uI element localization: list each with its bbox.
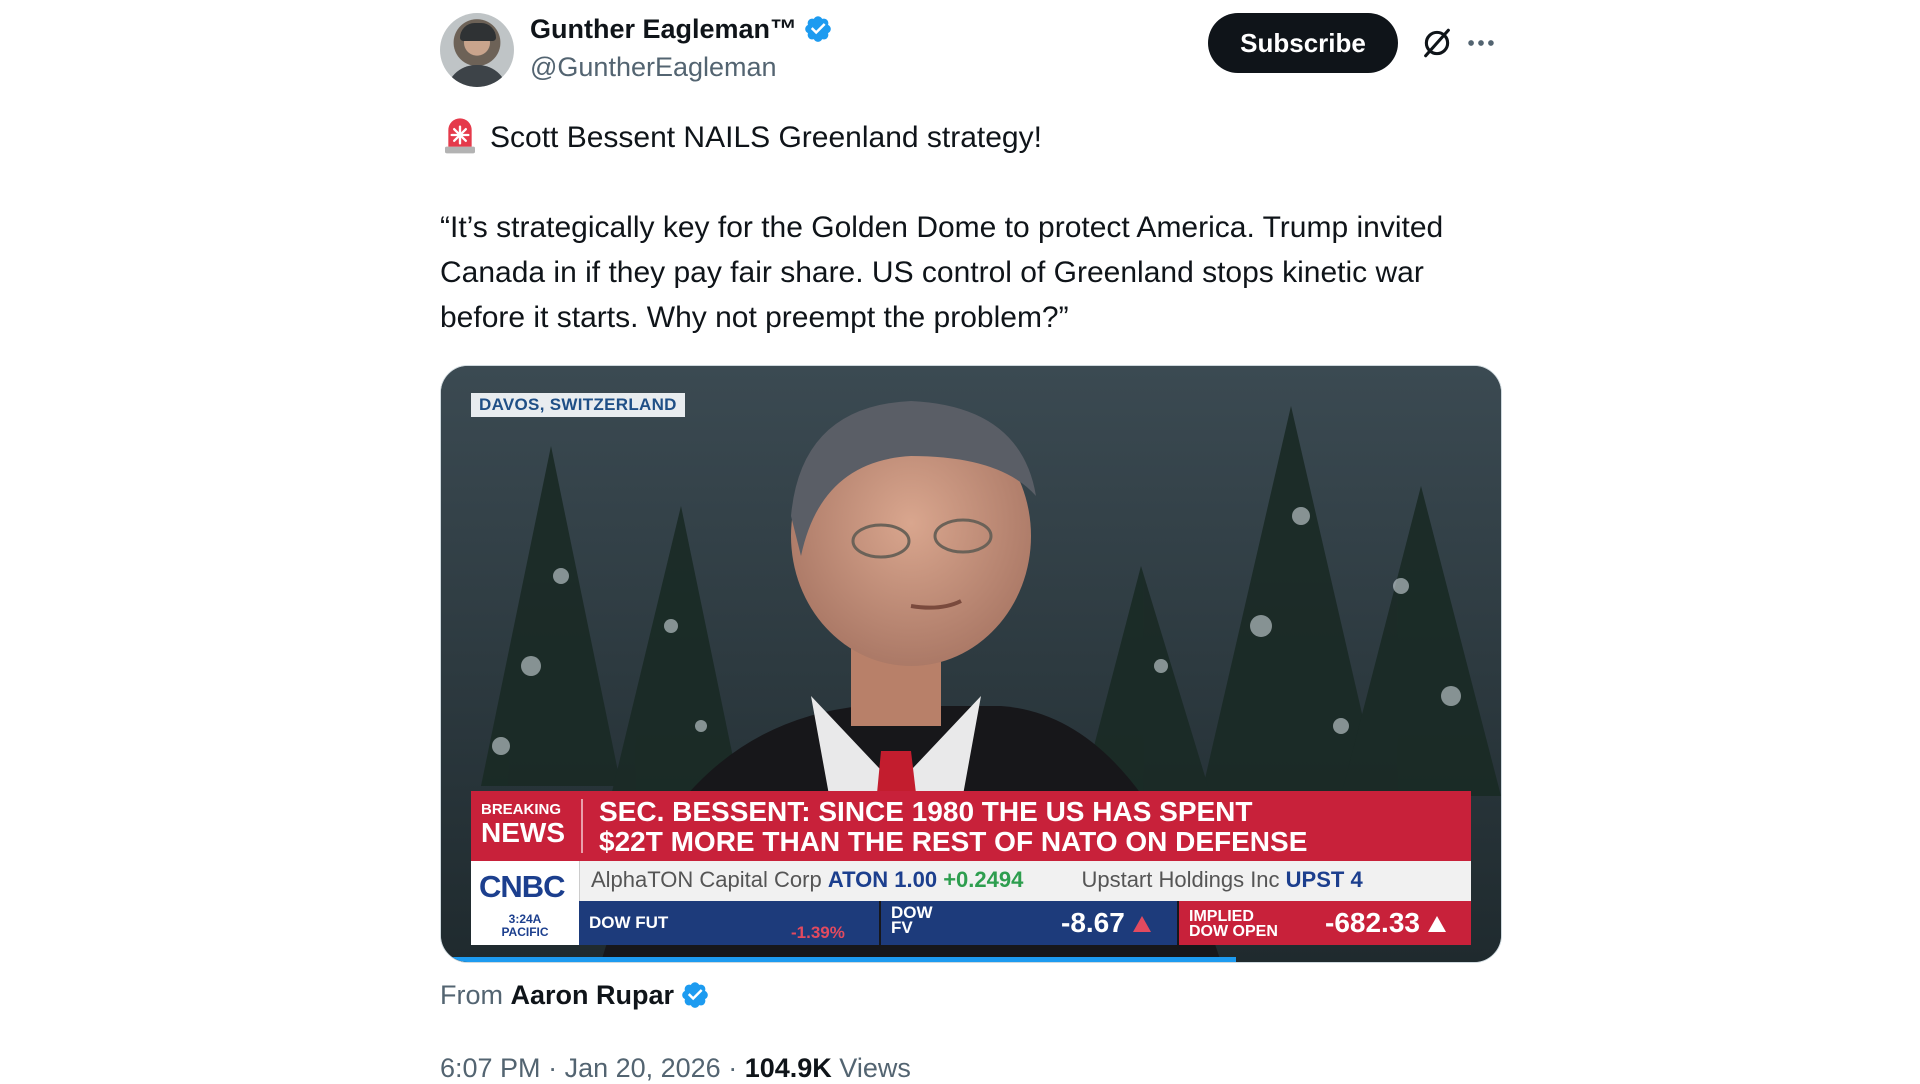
headline-line-1: SEC. BESSENT: SINCE 1980 THE US HAS SPEN… xyxy=(599,796,1253,827)
dow-fair-value-panel: DOW FV -8.67 xyxy=(881,901,1177,945)
verified-badge-icon xyxy=(805,16,831,42)
ticker-company-1: AlphaTON Capital Corp xyxy=(591,867,822,892)
verified-badge-icon xyxy=(682,982,708,1008)
dow-fv-label-2: FV xyxy=(891,918,913,937)
siren-icon xyxy=(445,118,475,154)
avatar[interactable] xyxy=(440,13,514,87)
implied-number: -682.33 xyxy=(1325,907,1420,938)
down-triangle-icon xyxy=(1132,916,1151,932)
dow-futures-panel: DOW FUT -1.39% xyxy=(579,901,879,945)
source-name[interactable]: Aaron Rupar xyxy=(511,980,675,1010)
tweet-date[interactable]: Jan 20, 2026 xyxy=(565,1053,721,1083)
video-source-attribution: From Aaron Rupar xyxy=(440,980,710,1011)
location-tag: DAVOS, SWITZERLAND xyxy=(471,393,685,417)
tweet-headline: Scott Bessent NAILS Greenland strategy! xyxy=(490,121,1042,154)
ticker-symbol-1: ATON 1.00 xyxy=(827,867,938,892)
grok-icon[interactable] xyxy=(1420,26,1454,60)
views-label: Views xyxy=(839,1053,911,1083)
ticker-text: AlphaTON Capital Corp ATON 1.00 +0.2494 … xyxy=(591,867,1363,893)
breaking-news-banner: BREAKING NEWS SEC. BESSENT: SINCE 1980 T… xyxy=(471,791,1471,861)
ticker-change-1: +0.2494 xyxy=(943,867,1024,892)
broadcast-timezone: PACIFIC xyxy=(501,925,549,939)
video-progress-bar[interactable] xyxy=(441,957,1236,962)
stock-ticker: AlphaTON Capital Corp ATON 1.00 +0.2494 … xyxy=(471,861,1471,901)
dow-fut-percent: -1.39% xyxy=(791,923,845,942)
cnbc-logo: CNBC xyxy=(479,869,566,904)
implied-open-panel: IMPLIED DOW OPEN -682.33 xyxy=(1179,901,1471,945)
dow-fv-number: -8.67 xyxy=(1061,907,1125,938)
more-icon[interactable] xyxy=(1464,26,1498,60)
ticker-company-2: Upstart Holdings Inc xyxy=(1081,867,1280,892)
banner-headline: SEC. BESSENT: SINCE 1980 THE US HAS SPEN… xyxy=(599,797,1307,857)
video-player[interactable]: DAVOS, SWITZERLAND BREAKING NEWS SEC. BE… xyxy=(440,365,1502,963)
source-prefix: From xyxy=(440,980,503,1010)
implied-value: -682.33 xyxy=(1325,907,1446,939)
author-name[interactable]: Gunther Eagleman™ xyxy=(530,14,833,45)
headline-line-2: $22T MORE THAN THE REST OF NATO ON DEFEN… xyxy=(599,826,1308,857)
author-name-text[interactable]: Gunther Eagleman™ xyxy=(530,14,797,44)
subscribe-button[interactable]: Subscribe xyxy=(1208,13,1398,73)
broadcast-time: 3:24A PACIFIC xyxy=(471,913,579,939)
tweet-quote: “It’s strategically key for the Golden D… xyxy=(440,211,1444,334)
banner-divider xyxy=(581,799,583,853)
tweet-line-1: Scott Bessent NAILS Greenland strategy! xyxy=(440,115,1500,160)
views-count: 104.9K xyxy=(744,1053,832,1083)
tweet-text: Scott Bessent NAILS Greenland strategy! … xyxy=(440,115,1500,340)
network-bug: CNBC 3:24A PACIFIC xyxy=(471,861,580,945)
down-triangle-icon xyxy=(1427,916,1446,932)
market-indicators: DOW FUT -1.39% DOW FV -8.67 IMPLIED DOW … xyxy=(579,901,1471,945)
dow-fv-value: -8.67 xyxy=(1061,907,1151,939)
implied-label-2: DOW OPEN xyxy=(1189,923,1278,940)
tweet: Gunther Eagleman™ @GuntherEagleman Subsc… xyxy=(440,0,1502,1083)
dow-fv-label: DOW FV xyxy=(891,904,933,937)
tweet-time[interactable]: 6:07 PM xyxy=(440,1053,541,1083)
tweet-metadata: 6:07 PM · Jan 20, 2026 · 104.9K Views xyxy=(440,1053,911,1083)
breaking-label-top: BREAKING xyxy=(481,801,562,818)
ticker-symbol-2: UPST 4 xyxy=(1285,867,1363,892)
breaking-news-label: BREAKING NEWS xyxy=(481,801,571,848)
dow-fut-label: DOW FUT xyxy=(589,913,669,932)
implied-label-1: IMPLIED xyxy=(1189,908,1254,925)
author-handle[interactable]: @GuntherEagleman xyxy=(530,52,777,83)
implied-label: IMPLIED DOW OPEN xyxy=(1189,908,1278,940)
breaking-label-bottom: NEWS xyxy=(481,817,565,848)
